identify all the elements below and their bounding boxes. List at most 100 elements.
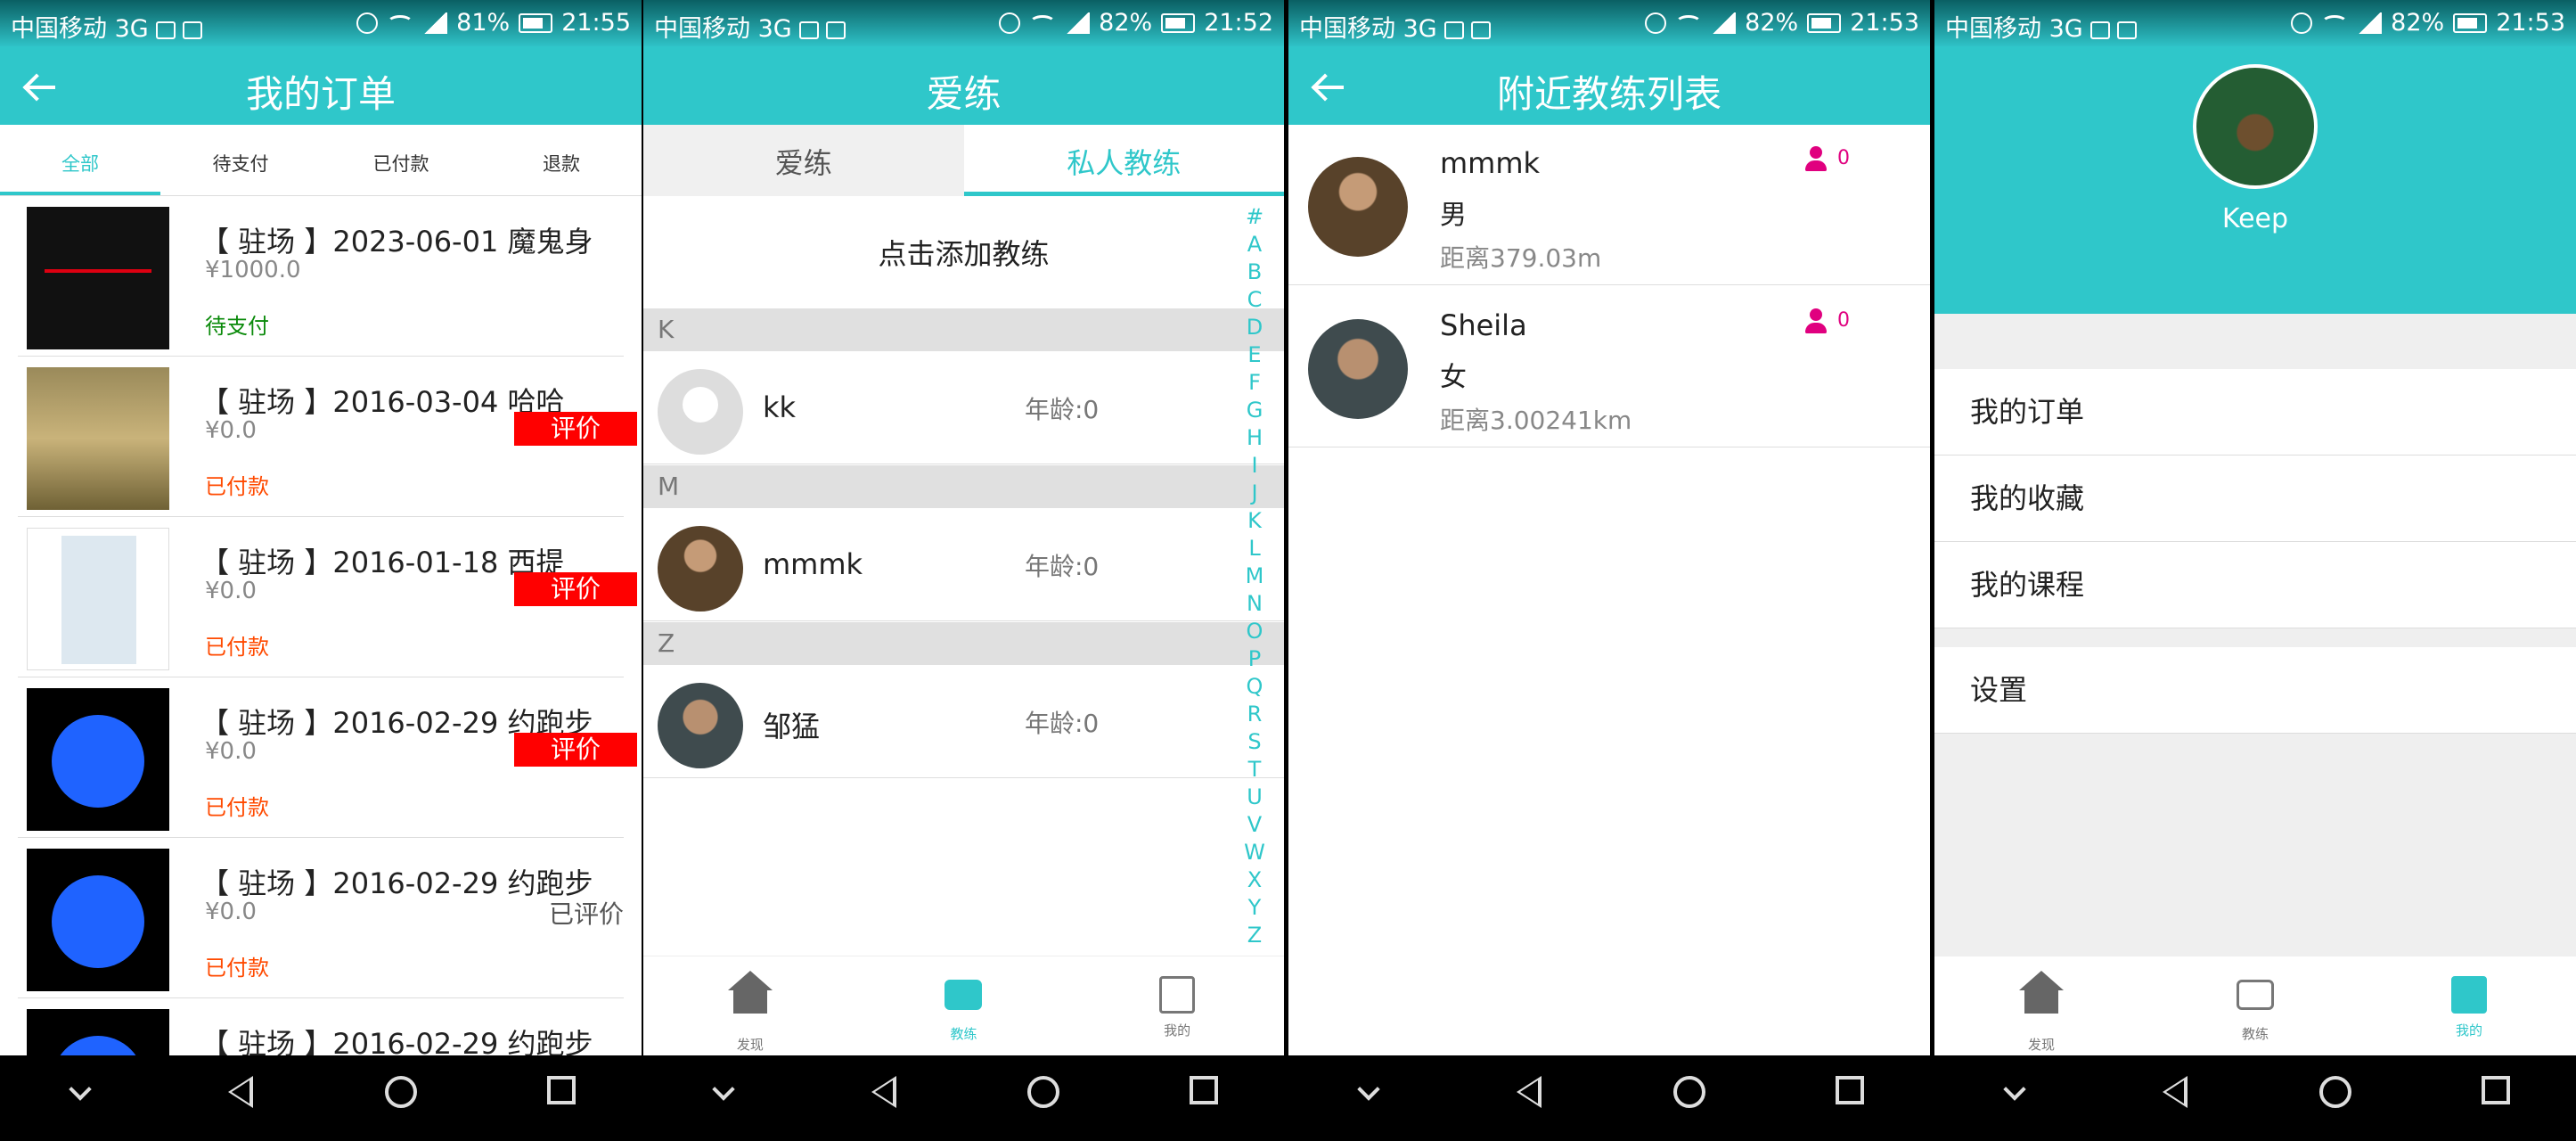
rate-button[interactable]: 评价 — [514, 412, 637, 446]
rate-button[interactable]: 评价 — [514, 572, 637, 606]
alphabet-index-letter[interactable]: L — [1241, 535, 1268, 562]
coach-row[interactable]: 邹猛 年龄:0 — [643, 665, 1284, 778]
clock: 21:52 — [1204, 9, 1273, 37]
back-icon[interactable] — [2153, 1076, 2197, 1120]
coach-row[interactable]: mmmk 年龄:0 — [643, 508, 1284, 621]
tab-paid[interactable]: 已付款 — [321, 125, 481, 195]
bottom-tab-bar: 发现 教练 我的 — [1934, 956, 2576, 1055]
order-title: 【 驻场 】2016-03-04 哈哈 — [200, 385, 565, 419]
alphabet-index-letter[interactable]: C — [1241, 286, 1268, 314]
signal-icon — [2357, 12, 2383, 34]
recent-apps-icon[interactable] — [2474, 1076, 2518, 1120]
collapse-chevron-icon[interactable] — [701, 1076, 746, 1120]
alphabet-index-letter[interactable]: D — [1241, 314, 1268, 341]
back-icon[interactable] — [218, 1076, 263, 1120]
menu-my-favorites[interactable]: 我的收藏 — [1934, 456, 2576, 542]
alphabet-index-letter[interactable]: J — [1241, 480, 1268, 507]
collapse-chevron-icon[interactable] — [1346, 1076, 1391, 1120]
coach-age: 年龄:0 — [1025, 709, 1100, 738]
recent-apps-icon[interactable] — [1182, 1076, 1226, 1120]
tab-refund[interactable]: 退款 — [481, 125, 642, 195]
tab-unpaid[interactable]: 待支付 — [160, 125, 321, 195]
collapse-chevron-icon[interactable] — [58, 1076, 102, 1120]
alphabet-index-letter[interactable]: X — [1241, 866, 1268, 894]
alphabet-index-letter[interactable]: R — [1241, 701, 1268, 728]
rated-label: 已评价 — [548, 899, 624, 929]
tab-mine[interactable]: 我的 — [2416, 956, 2523, 1039]
title-bar: 我的订单 — [0, 46, 642, 125]
order-status: 已付款 — [205, 474, 269, 499]
alphabet-index-letter[interactable]: Z — [1241, 922, 1268, 949]
back-icon[interactable] — [862, 1076, 906, 1120]
android-nav-bar — [1934, 1055, 2576, 1141]
tab-discover[interactable]: 发现 — [1988, 956, 2095, 1054]
back-icon[interactable] — [1507, 1076, 1551, 1120]
tab-coach[interactable]: 教练 — [910, 956, 1017, 1043]
collapse-chevron-icon[interactable] — [1992, 1076, 2037, 1120]
coach-distance: 距离379.03m — [1440, 243, 1602, 273]
home-icon[interactable] — [2313, 1076, 2358, 1120]
order-row[interactable]: 【 驻场 】2016-03-04 哈哈 ¥0.0 已付款 评价 — [18, 357, 637, 517]
alphabet-index-letter[interactable]: # — [1241, 203, 1268, 231]
home-icon — [727, 971, 773, 1014]
alphabet-index[interactable]: # A B C D E F G H I J K L M N O P Q R S T U V W X Y Z — [1241, 203, 1268, 949]
alphabet-index-letter[interactable]: I — [1241, 452, 1268, 480]
order-filter-tabs: 全部 待支付 已付款 退款 — [0, 125, 642, 196]
home-icon[interactable] — [1021, 1076, 1066, 1120]
page-title: 附近教练列表 — [1496, 72, 1721, 116]
coach-age: 年龄:0 — [1025, 395, 1100, 424]
alphabet-index-letter[interactable]: B — [1241, 259, 1268, 286]
page-title: 爱练 — [926, 72, 1002, 116]
alphabet-index-letter[interactable]: O — [1241, 618, 1268, 645]
tab-all[interactable]: 全部 — [0, 125, 160, 195]
menu-settings[interactable]: 设置 — [1934, 647, 2576, 734]
alphabet-index-letter[interactable]: U — [1241, 784, 1268, 811]
alphabet-index-letter[interactable]: W — [1241, 839, 1268, 866]
alphabet-index-letter[interactable]: N — [1241, 590, 1268, 618]
add-coach-button[interactable]: 点击添加教练 — [643, 196, 1284, 308]
alphabet-index-letter[interactable]: H — [1241, 424, 1268, 452]
alphabet-index-letter[interactable]: G — [1241, 397, 1268, 424]
image-icon — [155, 21, 176, 39]
alphabet-index-letter[interactable]: T — [1241, 756, 1268, 784]
profile-icon — [2451, 976, 2487, 1014]
tab-discover[interactable]: 发现 — [697, 956, 804, 1054]
recent-apps-icon[interactable] — [539, 1076, 584, 1120]
tab-private-coach[interactable]: 私人教练 — [963, 125, 1284, 196]
alphabet-index-letter[interactable]: A — [1241, 231, 1268, 259]
avatar — [658, 526, 743, 612]
rate-button[interactable]: 评价 — [514, 733, 637, 767]
nearby-coach-row[interactable]: mmmk 男距离379.03m 0 — [1288, 125, 1930, 285]
coach-row[interactable]: kk 年龄:0 — [643, 351, 1284, 464]
alphabet-index-letter[interactable]: P — [1241, 645, 1268, 673]
alphabet-index-letter[interactable]: Y — [1241, 894, 1268, 922]
tab-mine[interactable]: 我的 — [1124, 956, 1231, 1039]
alphabet-index-letter[interactable]: Q — [1241, 673, 1268, 701]
order-thumbnail — [27, 207, 169, 349]
avatar[interactable] — [2193, 64, 2318, 189]
alphabet-index-letter[interactable]: V — [1241, 811, 1268, 839]
alphabet-index-letter[interactable]: K — [1241, 507, 1268, 535]
tab-ailian[interactable]: 爱练 — [643, 125, 964, 196]
clock: 21:53 — [2496, 9, 2565, 37]
menu-my-courses[interactable]: 我的课程 — [1934, 542, 2576, 628]
tab-coach[interactable]: 教练 — [2202, 956, 2309, 1043]
alphabet-index-letter[interactable]: F — [1241, 369, 1268, 397]
alphabet-index-letter[interactable]: S — [1241, 728, 1268, 756]
home-icon[interactable] — [379, 1076, 423, 1120]
coach-tabs: 爱练 私人教练 — [643, 125, 1284, 196]
carrier-text: 中国移动 3G — [654, 15, 792, 43]
tab-coach-label: 教练 — [950, 1026, 977, 1042]
nearby-coaches-screen: 中国移动 3G 82% 21:53 附近教练列表 mmmk 男距离379.03m 0 … — [1288, 0, 1930, 1141]
recent-apps-icon[interactable] — [1828, 1076, 1872, 1120]
order-price: ¥0.0 — [205, 417, 257, 444]
order-row[interactable]: 【 驻场 】2016-01-18 西提 ¥0.0 已付款 评价 — [18, 517, 637, 677]
menu-my-orders[interactable]: 我的订单 — [1934, 369, 2576, 456]
order-row[interactable]: 【 驻场 】2016-02-29 约跑步 ¥0.0 已付款 评价 — [18, 677, 637, 838]
order-row[interactable]: 【 驻场 】2016-02-29 约跑步 ¥0.0 已付款 已评价 — [18, 838, 624, 998]
nearby-coach-row[interactable]: Sheila 女距离3.00241km 0 — [1288, 287, 1930, 447]
alphabet-index-letter[interactable]: E — [1241, 341, 1268, 369]
home-icon[interactable] — [1667, 1076, 1712, 1120]
order-row[interactable]: 【 驻场 】2023-06-01 魔鬼身 ¥1000.0 待支付 — [18, 196, 624, 357]
alphabet-index-letter[interactable]: M — [1241, 562, 1268, 590]
